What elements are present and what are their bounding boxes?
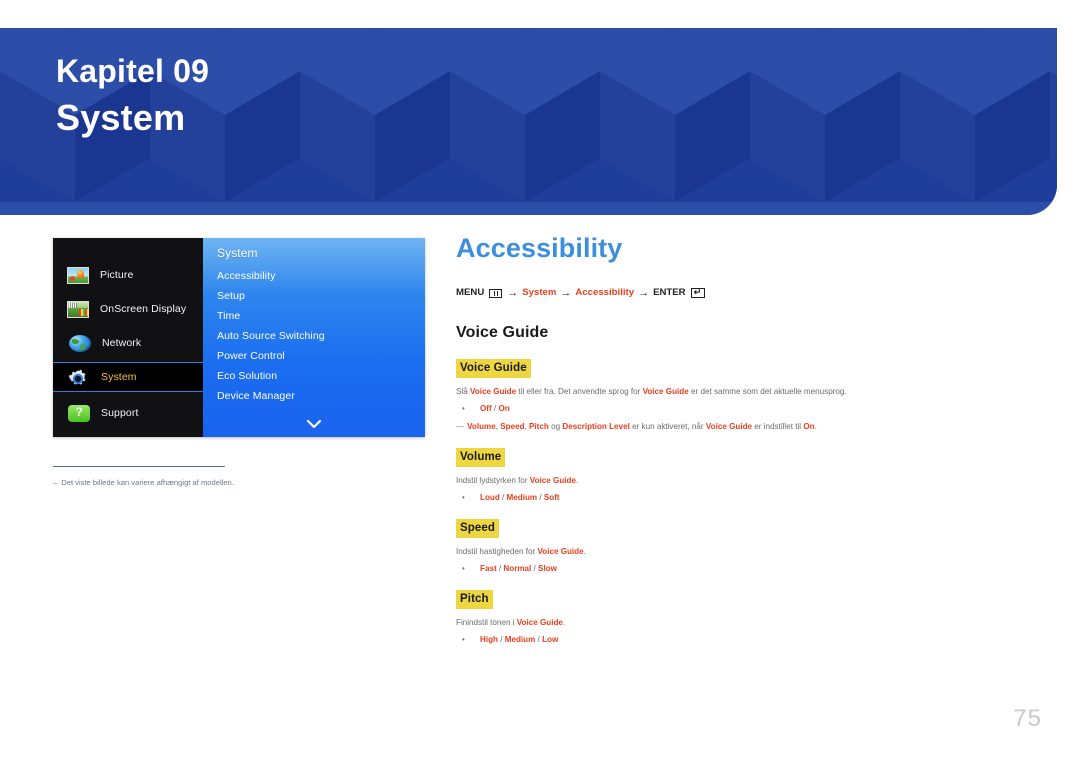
osd-category-onscreen-display[interactable]: OnScreen Display — [53, 294, 203, 324]
osd-category-label: Picture — [100, 269, 134, 281]
page-title: Accessibility — [456, 233, 623, 263]
setting-block-volume: Volume Indstil lydstyrken for Voice Guid… — [456, 447, 1056, 504]
osd-submenu-panel: System Accessibility Setup Time Auto Sou… — [203, 238, 425, 437]
setting-option-values: Off / On — [480, 404, 510, 413]
chevron-down-icon[interactable] — [203, 417, 425, 431]
section-title: Voice Guide — [456, 324, 549, 341]
banner-text-group: Kapitel 09 System — [56, 50, 209, 142]
osd-category-picture[interactable]: Picture — [53, 260, 203, 290]
setting-heading: Pitch — [456, 590, 493, 609]
setting-description: Indstil lydstyrken for Voice Guide. — [456, 476, 579, 485]
menu-grid-icon — [489, 288, 503, 298]
osd-category-system[interactable]: System — [53, 362, 203, 392]
picture-thumbnail-icon — [67, 266, 89, 284]
setting-heading: Speed — [456, 519, 500, 538]
osd-menu-screenshot: Picture OnScreen Display Network System — [53, 238, 425, 437]
osd-submenu-item-setup[interactable]: Setup — [217, 286, 245, 306]
content-column: Accessibility MENU → System → Accessibil… — [456, 232, 1056, 646]
setting-heading: Volume — [456, 448, 506, 467]
enter-key-icon — [690, 288, 705, 298]
osd-submenu-item-power-control[interactable]: Power Control — [217, 346, 285, 366]
globe-icon — [69, 334, 91, 352]
setting-block-speed: Speed Indstil hastigheden for Voice Guid… — [456, 518, 1056, 575]
page-number: 75 — [1013, 705, 1042, 732]
onscreen-display-thumbnail-icon — [67, 300, 89, 318]
osd-category-network[interactable]: Network — [53, 328, 203, 358]
breadcrumb-step-accessibility: Accessibility — [575, 287, 635, 298]
bullet-marker: • — [462, 635, 465, 644]
osd-submenu-header: System — [217, 246, 258, 260]
bullet-marker: • — [462, 493, 465, 502]
note-divider — [53, 466, 225, 467]
chapter-label: Kapitel 09 — [56, 53, 210, 89]
osd-category-label: System — [101, 371, 137, 383]
breadcrumb: MENU → System → Accessibility → ENTER — [456, 286, 1056, 300]
setting-block-pitch: Pitch Finindstil tonen i Voice Guide. • … — [456, 589, 1056, 646]
note-dash: — — [456, 422, 465, 431]
breadcrumb-step-system: System — [522, 287, 557, 298]
breadcrumb-arrow: → — [560, 287, 572, 299]
setting-description: Indstil hastigheden for Voice Guide. — [456, 547, 586, 556]
osd-category-label: Support — [101, 407, 139, 419]
osd-submenu-item-device-manager[interactable]: Device Manager — [217, 386, 295, 406]
osd-category-label: OnScreen Display — [100, 303, 187, 315]
bullet-marker: • — [462, 404, 465, 413]
breadcrumb-arrow: → — [507, 287, 519, 299]
setting-block-voice-guide: Voice Guide Slå Voice Guide til eller fr… — [456, 358, 1056, 433]
note-text: Volume, Speed, Pitch og Description Leve… — [467, 422, 817, 431]
chapter-title: System — [56, 97, 186, 138]
osd-category-panel: Picture OnScreen Display Network System — [53, 238, 203, 437]
help-bubble-icon — [68, 404, 90, 422]
note-text: Det viste billede kan variere afhængigt … — [61, 478, 234, 487]
setting-option-values: High / Medium / Low — [480, 635, 559, 644]
osd-submenu-item-accessibility[interactable]: Accessibility — [217, 266, 275, 286]
setting-note: — Volume, Speed, Pitch og Description Le… — [456, 420, 1056, 433]
gear-icon — [68, 369, 90, 386]
setting-description: Finindstil tonen i Voice Guide. — [456, 618, 566, 627]
setting-option-row: • Loud / Medium / Soft — [456, 491, 1056, 504]
figure-note: – Det viste billede kan variere afhængig… — [53, 466, 383, 488]
note-dash: – — [53, 478, 58, 487]
osd-submenu-item-eco-solution[interactable]: Eco Solution — [217, 366, 277, 386]
osd-submenu-item-time[interactable]: Time — [217, 306, 240, 326]
osd-submenu-item-auto-source-switching[interactable]: Auto Source Switching — [217, 326, 325, 346]
osd-category-support[interactable]: Support — [53, 398, 203, 428]
setting-description: Slå Voice Guide til eller fra. Det anven… — [456, 387, 847, 396]
setting-option-values: Loud / Medium / Soft — [480, 493, 560, 502]
chapter-banner: Kapitel 09 System — [0, 28, 1057, 215]
setting-option-row: • Off / On — [456, 402, 1056, 415]
setting-option-values: Fast / Normal / Slow — [480, 564, 557, 573]
bullet-marker: • — [462, 564, 465, 573]
breadcrumb-arrow: → — [638, 287, 650, 299]
osd-category-label: Network — [102, 337, 142, 349]
breadcrumb-enter-label: ENTER — [653, 287, 686, 298]
breadcrumb-menu-label: MENU — [456, 287, 485, 298]
setting-option-row: • Fast / Normal / Slow — [456, 562, 1056, 575]
setting-option-row: • High / Medium / Low — [456, 633, 1056, 646]
setting-heading: Voice Guide — [456, 359, 531, 378]
